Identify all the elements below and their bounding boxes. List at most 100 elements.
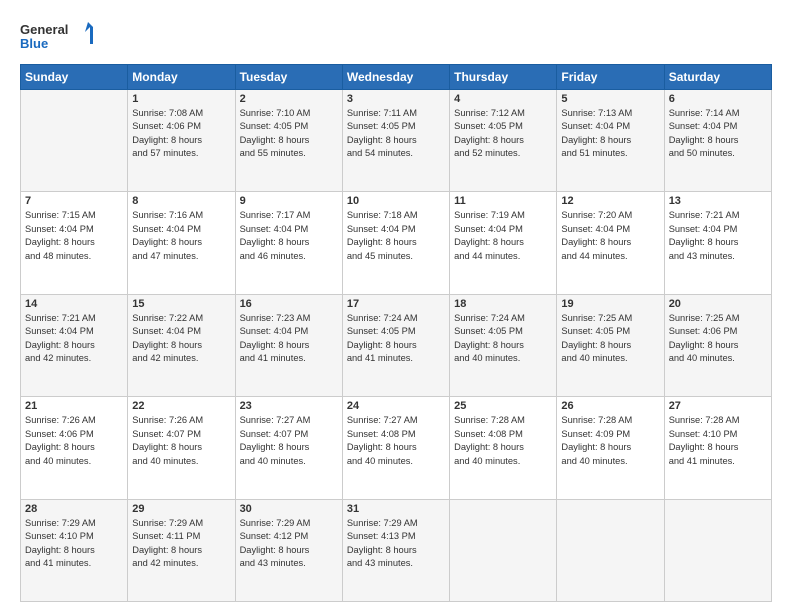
calendar-body: 1 Sunrise: 7:08 AMSunset: 4:06 PMDaylight… xyxy=(21,90,772,602)
day-cell: 23 Sunrise: 7:27 AMSunset: 4:07 PMDayligh… xyxy=(235,397,342,499)
day-info: Sunrise: 7:29 AMSunset: 4:12 PMDaylight:… xyxy=(240,517,338,571)
day-number: 28 xyxy=(25,503,123,515)
day-info: Sunrise: 7:19 AMSunset: 4:04 PMDaylight:… xyxy=(454,209,552,263)
day-cell: 24Sunrise: 7:27 AMSunset: 4:08 PMDayligh… xyxy=(342,397,449,499)
calendar-table: SundayMondayTuesdayWednesdayThursdayFrid… xyxy=(20,64,772,602)
day-cell: 1 Sunrise: 7:08 AMSunset: 4:06 PMDaylight… xyxy=(128,90,235,192)
day-info: Sunrise: 7:26 AMSunset: 4:06 PMDaylight:… xyxy=(25,414,123,468)
day-cell: 22Sunrise: 7:26 AMSunset: 4:07 PMDayligh… xyxy=(128,397,235,499)
week-row-2: 7 Sunrise: 7:15 AMSunset: 4:04 PMDaylight… xyxy=(21,192,772,294)
header: General Blue xyxy=(20,18,772,56)
day-number: 23 xyxy=(240,400,338,412)
day-info: Sunrise: 7:29 AMSunset: 4:10 PMDaylight:… xyxy=(25,517,123,571)
weekday-header-tuesday: Tuesday xyxy=(235,65,342,90)
day-cell: 25 Sunrise: 7:28 AMSunset: 4:08 PMDayligh… xyxy=(450,397,557,499)
day-number: 7 xyxy=(25,195,123,207)
day-info: Sunrise: 7:16 AMSunset: 4:04 PMDaylight:… xyxy=(132,209,230,263)
weekday-header-monday: Monday xyxy=(128,65,235,90)
weekday-header-friday: Friday xyxy=(557,65,664,90)
day-cell: 26 Sunrise: 7:28 AMSunset: 4:09 PMDayligh… xyxy=(557,397,664,499)
day-number: 19 xyxy=(561,298,659,310)
day-cell xyxy=(664,499,771,601)
day-number: 22 xyxy=(132,400,230,412)
day-number: 21 xyxy=(25,400,123,412)
day-number: 17 xyxy=(347,298,445,310)
day-info: Sunrise: 7:18 AMSunset: 4:04 PMDaylight:… xyxy=(347,209,445,263)
day-info: Sunrise: 7:24 AMSunset: 4:05 PMDaylight:… xyxy=(347,312,445,366)
svg-text:Blue: Blue xyxy=(20,36,48,51)
day-cell: 2Sunrise: 7:10 AMSunset: 4:05 PMDaylight… xyxy=(235,90,342,192)
day-cell xyxy=(21,90,128,192)
day-number: 13 xyxy=(669,195,767,207)
day-number: 31 xyxy=(347,503,445,515)
day-info: Sunrise: 7:22 AMSunset: 4:04 PMDaylight:… xyxy=(132,312,230,366)
day-cell: 7 Sunrise: 7:15 AMSunset: 4:04 PMDaylight… xyxy=(21,192,128,294)
logo: General Blue xyxy=(20,18,100,56)
day-cell: 16 Sunrise: 7:23 AMSunset: 4:04 PMDayligh… xyxy=(235,294,342,396)
day-info: Sunrise: 7:23 AMSunset: 4:04 PMDaylight:… xyxy=(240,312,338,366)
day-cell: 13 Sunrise: 7:21 AMSunset: 4:04 PMDayligh… xyxy=(664,192,771,294)
day-info: Sunrise: 7:28 AMSunset: 4:09 PMDaylight:… xyxy=(561,414,659,468)
day-cell: 8Sunrise: 7:16 AMSunset: 4:04 PMDaylight… xyxy=(128,192,235,294)
day-number: 12 xyxy=(561,195,659,207)
calendar-page: General Blue SundayMondayTuesdayWednesda… xyxy=(0,0,792,612)
day-number: 24 xyxy=(347,400,445,412)
week-row-3: 14 Sunrise: 7:21 AMSunset: 4:04 PMDayligh… xyxy=(21,294,772,396)
day-info: Sunrise: 7:20 AMSunset: 4:04 PMDaylight:… xyxy=(561,209,659,263)
day-number: 18 xyxy=(454,298,552,310)
weekday-header-thursday: Thursday xyxy=(450,65,557,90)
day-number: 1 xyxy=(132,93,230,105)
day-cell: 12 Sunrise: 7:20 AMSunset: 4:04 PMDayligh… xyxy=(557,192,664,294)
logo-svg: General Blue xyxy=(20,18,100,56)
day-info: Sunrise: 7:15 AMSunset: 4:04 PMDaylight:… xyxy=(25,209,123,263)
day-info: Sunrise: 7:08 AMSunset: 4:06 PMDaylight:… xyxy=(132,107,230,161)
day-number: 9 xyxy=(240,195,338,207)
day-number: 30 xyxy=(240,503,338,515)
weekday-header-sunday: Sunday xyxy=(21,65,128,90)
day-cell: 18 Sunrise: 7:24 AMSunset: 4:05 PMDayligh… xyxy=(450,294,557,396)
day-number: 5 xyxy=(561,93,659,105)
day-info: Sunrise: 7:24 AMSunset: 4:05 PMDaylight:… xyxy=(454,312,552,366)
week-row-4: 21 Sunrise: 7:26 AMSunset: 4:06 PMDayligh… xyxy=(21,397,772,499)
day-cell: 21 Sunrise: 7:26 AMSunset: 4:06 PMDayligh… xyxy=(21,397,128,499)
day-info: Sunrise: 7:21 AMSunset: 4:04 PMDaylight:… xyxy=(25,312,123,366)
day-cell: 28 Sunrise: 7:29 AMSunset: 4:10 PMDayligh… xyxy=(21,499,128,601)
day-cell: 3Sunrise: 7:11 AMSunset: 4:05 PMDaylight… xyxy=(342,90,449,192)
day-cell xyxy=(557,499,664,601)
day-cell xyxy=(450,499,557,601)
day-info: Sunrise: 7:14 AMSunset: 4:04 PMDaylight:… xyxy=(669,107,767,161)
day-number: 25 xyxy=(454,400,552,412)
day-number: 4 xyxy=(454,93,552,105)
day-info: Sunrise: 7:28 AMSunset: 4:08 PMDaylight:… xyxy=(454,414,552,468)
day-cell: 6 Sunrise: 7:14 AMSunset: 4:04 PMDaylight… xyxy=(664,90,771,192)
weekday-header-row: SundayMondayTuesdayWednesdayThursdayFrid… xyxy=(21,65,772,90)
day-number: 6 xyxy=(669,93,767,105)
day-cell: 5 Sunrise: 7:13 AMSunset: 4:04 PMDaylight… xyxy=(557,90,664,192)
day-info: Sunrise: 7:21 AMSunset: 4:04 PMDaylight:… xyxy=(669,209,767,263)
day-number: 27 xyxy=(669,400,767,412)
weekday-header-saturday: Saturday xyxy=(664,65,771,90)
day-number: 29 xyxy=(132,503,230,515)
day-info: Sunrise: 7:29 AMSunset: 4:13 PMDaylight:… xyxy=(347,517,445,571)
day-info: Sunrise: 7:17 AMSunset: 4:04 PMDaylight:… xyxy=(240,209,338,263)
day-info: Sunrise: 7:25 AMSunset: 4:05 PMDaylight:… xyxy=(561,312,659,366)
day-cell: 4 Sunrise: 7:12 AMSunset: 4:05 PMDaylight… xyxy=(450,90,557,192)
day-cell: 14 Sunrise: 7:21 AMSunset: 4:04 PMDayligh… xyxy=(21,294,128,396)
day-number: 26 xyxy=(561,400,659,412)
day-number: 14 xyxy=(25,298,123,310)
day-number: 16 xyxy=(240,298,338,310)
day-info: Sunrise: 7:13 AMSunset: 4:04 PMDaylight:… xyxy=(561,107,659,161)
day-number: 15 xyxy=(132,298,230,310)
svg-text:General: General xyxy=(20,22,68,37)
day-info: Sunrise: 7:29 AMSunset: 4:11 PMDaylight:… xyxy=(132,517,230,571)
day-info: Sunrise: 7:12 AMSunset: 4:05 PMDaylight:… xyxy=(454,107,552,161)
day-info: Sunrise: 7:27 AMSunset: 4:07 PMDaylight:… xyxy=(240,414,338,468)
day-cell: 11Sunrise: 7:19 AMSunset: 4:04 PMDayligh… xyxy=(450,192,557,294)
day-info: Sunrise: 7:11 AMSunset: 4:05 PMDaylight:… xyxy=(347,107,445,161)
week-row-1: 1 Sunrise: 7:08 AMSunset: 4:06 PMDaylight… xyxy=(21,90,772,192)
day-cell: 17 Sunrise: 7:24 AMSunset: 4:05 PMDayligh… xyxy=(342,294,449,396)
day-cell: 29 Sunrise: 7:29 AMSunset: 4:11 PMDayligh… xyxy=(128,499,235,601)
day-cell: 31 Sunrise: 7:29 AMSunset: 4:13 PMDayligh… xyxy=(342,499,449,601)
day-info: Sunrise: 7:10 AMSunset: 4:05 PMDaylight:… xyxy=(240,107,338,161)
day-cell: 30 Sunrise: 7:29 AMSunset: 4:12 PMDayligh… xyxy=(235,499,342,601)
